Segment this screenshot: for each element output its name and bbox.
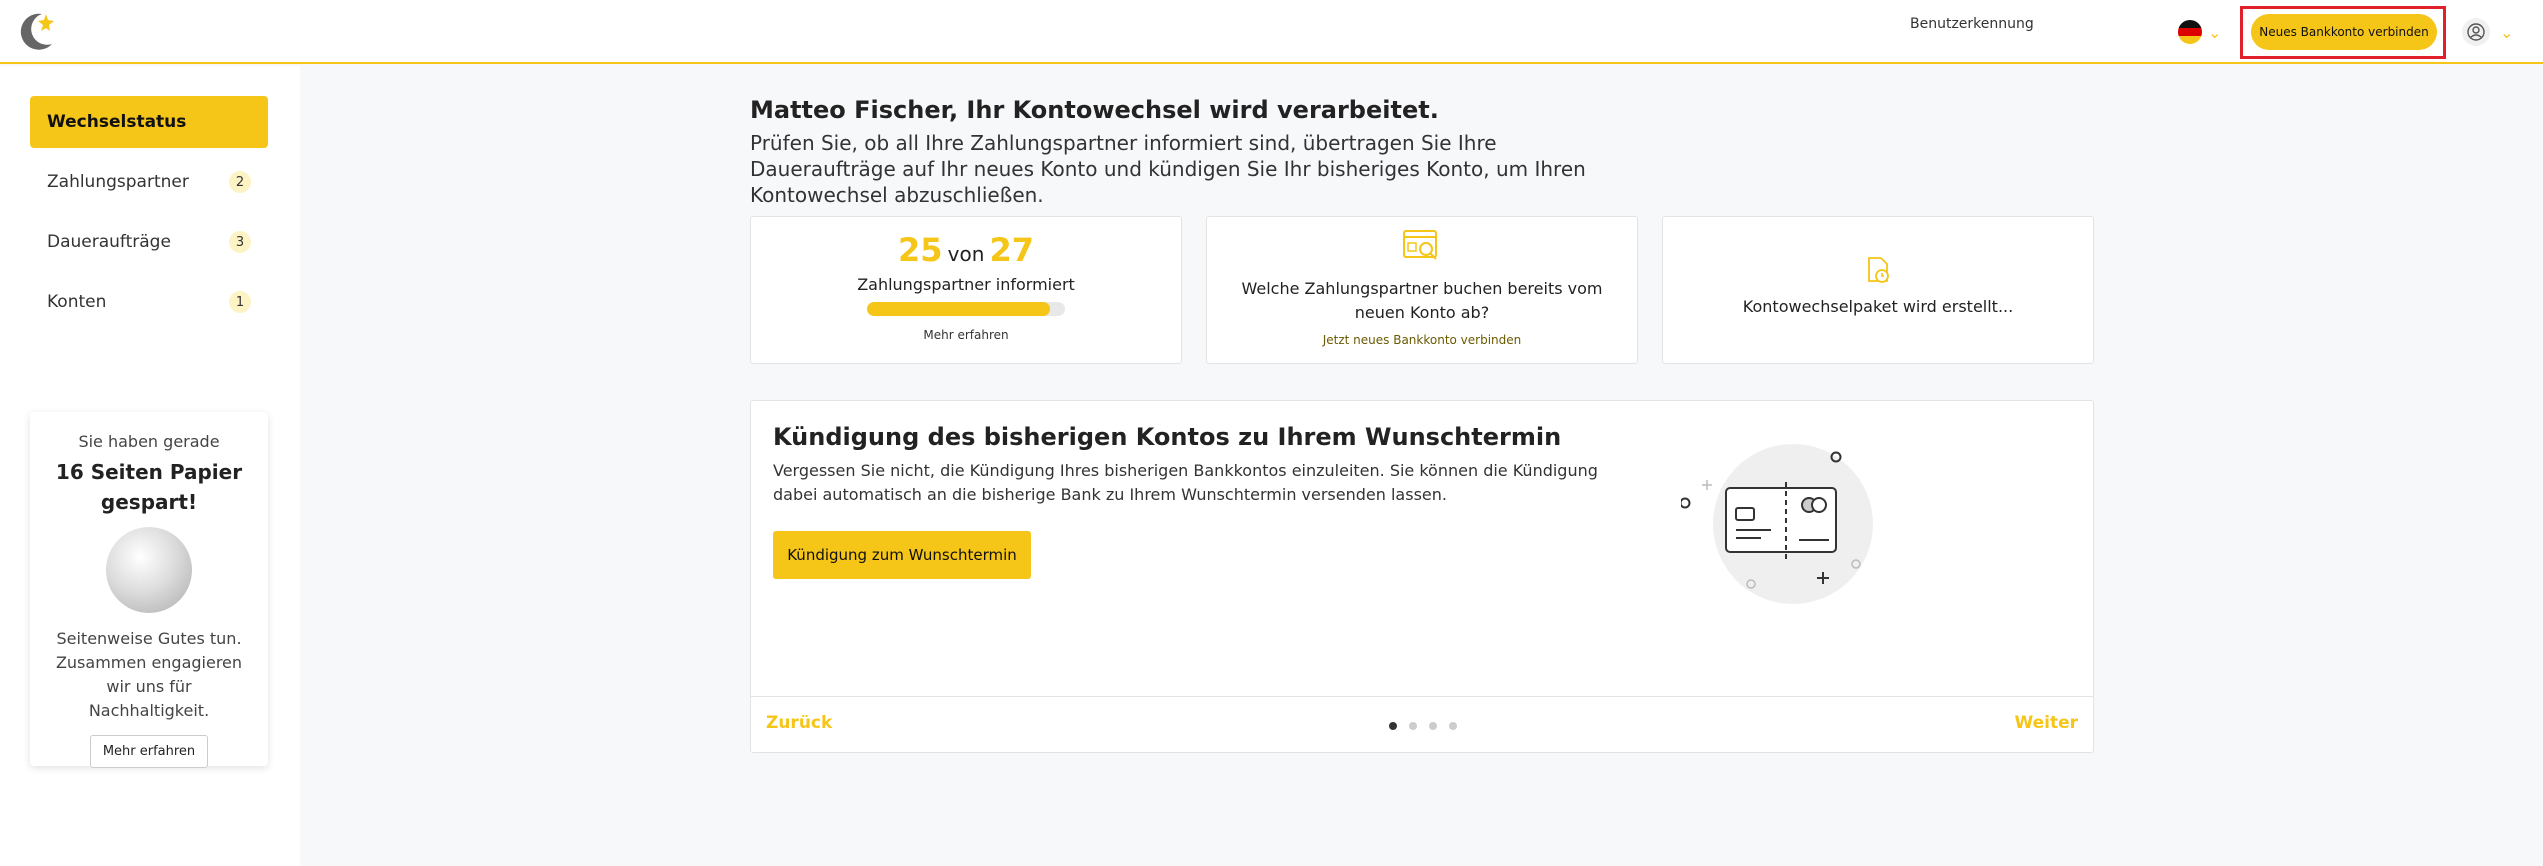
info-carousel: Kündigung des bisherigen Kontos zu Ihrem… [750, 400, 2094, 753]
paper-saved-card: Sie haben gerade 16 Seiten Papier gespar… [30, 412, 268, 768]
carousel-dots [1389, 722, 1457, 730]
sidebar-item-label: Daueraufträge [47, 232, 171, 252]
user-icon [2462, 18, 2490, 46]
highlight-box [2240, 6, 2446, 59]
partners-informed-card: 25 von 27 Zahlungspartner informiert Meh… [750, 216, 1182, 364]
package-status-text: Kontowechselpaket wird erstellt... [1742, 297, 2014, 316]
of-label: von [947, 242, 985, 266]
sidebar-item-konten[interactable]: Konten 1 [30, 276, 268, 328]
paper-intro: Sie haben gerade [78, 432, 220, 451]
count-badge: 1 [229, 291, 251, 313]
partners-label: Zahlungspartner informiert [857, 275, 1075, 294]
crumpled-paper-image [106, 527, 192, 613]
termination-button[interactable]: Kündigung zum Wunschtermin [773, 531, 1031, 579]
sidebar-item-label: Konten [47, 292, 107, 312]
card-illustration [1681, 444, 1873, 604]
sidebar: Wechselstatus Zahlungspartner 2 Dauerauf… [0, 66, 300, 866]
page-subtitle: Prüfen Sie, ob all Ihre Zahlungspartner … [750, 131, 1586, 207]
carousel-title: Kündigung des bisherigen Kontos zu Ihrem… [773, 423, 1562, 451]
user-id-link[interactable]: Benutzerkennung [1910, 16, 2034, 32]
language-selector[interactable]: ⌄ [2178, 20, 2221, 44]
chevron-down-icon: ⌄ [2208, 22, 2222, 42]
carousel-text: Vergessen Sie nicht, die Kündigung Ihres… [773, 461, 1598, 504]
progress-fill [867, 302, 1051, 316]
carousel-dot[interactable] [1389, 722, 1397, 730]
sidebar-item-label: Wechselstatus [47, 112, 187, 132]
carousel-next-button[interactable]: Weiter [2014, 713, 2078, 733]
logo-icon[interactable] [12, 8, 60, 56]
learn-more-button[interactable]: Mehr erfahren [89, 735, 209, 768]
carousel-footer: Zurück Weiter [751, 696, 2093, 753]
carousel-back-button[interactable]: Zurück [766, 713, 832, 733]
progress-bar [867, 302, 1065, 316]
new-account-card: Welche Zahlungspartner buchen bereits vo… [1206, 216, 1638, 364]
chevron-down-icon: ⌄ [2500, 22, 2514, 42]
count-badge: 2 [229, 171, 251, 193]
account-menu[interactable]: ⌄ [2462, 18, 2513, 46]
informed-count: 25 [898, 231, 943, 269]
learn-more-link[interactable]: Mehr erfahren [751, 328, 1181, 342]
search-browser-icon [1403, 230, 1437, 260]
carousel-dot[interactable] [1409, 722, 1417, 730]
page-title: Matteo Fischer, Ihr Kontowechsel wird ve… [750, 96, 1439, 124]
top-header: Benutzerkennung ⌄ Neues Bankkonto verbin… [0, 0, 2543, 64]
new-account-text: Welche Zahlungspartner buchen bereits vo… [1241, 279, 1603, 322]
sidebar-item-label: Zahlungspartner [47, 172, 189, 192]
connect-new-account-link[interactable]: Jetzt neues Bankkonto verbinden [1207, 333, 1637, 347]
carousel-dot[interactable] [1429, 722, 1437, 730]
sidebar-item-dauerauftraege[interactable]: Daueraufträge 3 [30, 216, 268, 268]
paper-text: Seitenweise Gutes tun. Zusammen engagier… [55, 629, 243, 720]
paper-title: 16 Seiten Papier gespart! [55, 460, 243, 514]
germany-flag-icon [2178, 20, 2202, 44]
package-status-card: Kontowechselpaket wird erstellt... [1662, 216, 2094, 364]
count-badge: 3 [229, 231, 251, 253]
sidebar-item-wechselstatus[interactable]: Wechselstatus [30, 96, 268, 148]
sidebar-item-zahlungspartner[interactable]: Zahlungspartner 2 [30, 156, 268, 208]
carousel-dot[interactable] [1449, 722, 1457, 730]
total-count: 27 [989, 231, 1034, 269]
document-clock-icon [1868, 257, 1889, 283]
